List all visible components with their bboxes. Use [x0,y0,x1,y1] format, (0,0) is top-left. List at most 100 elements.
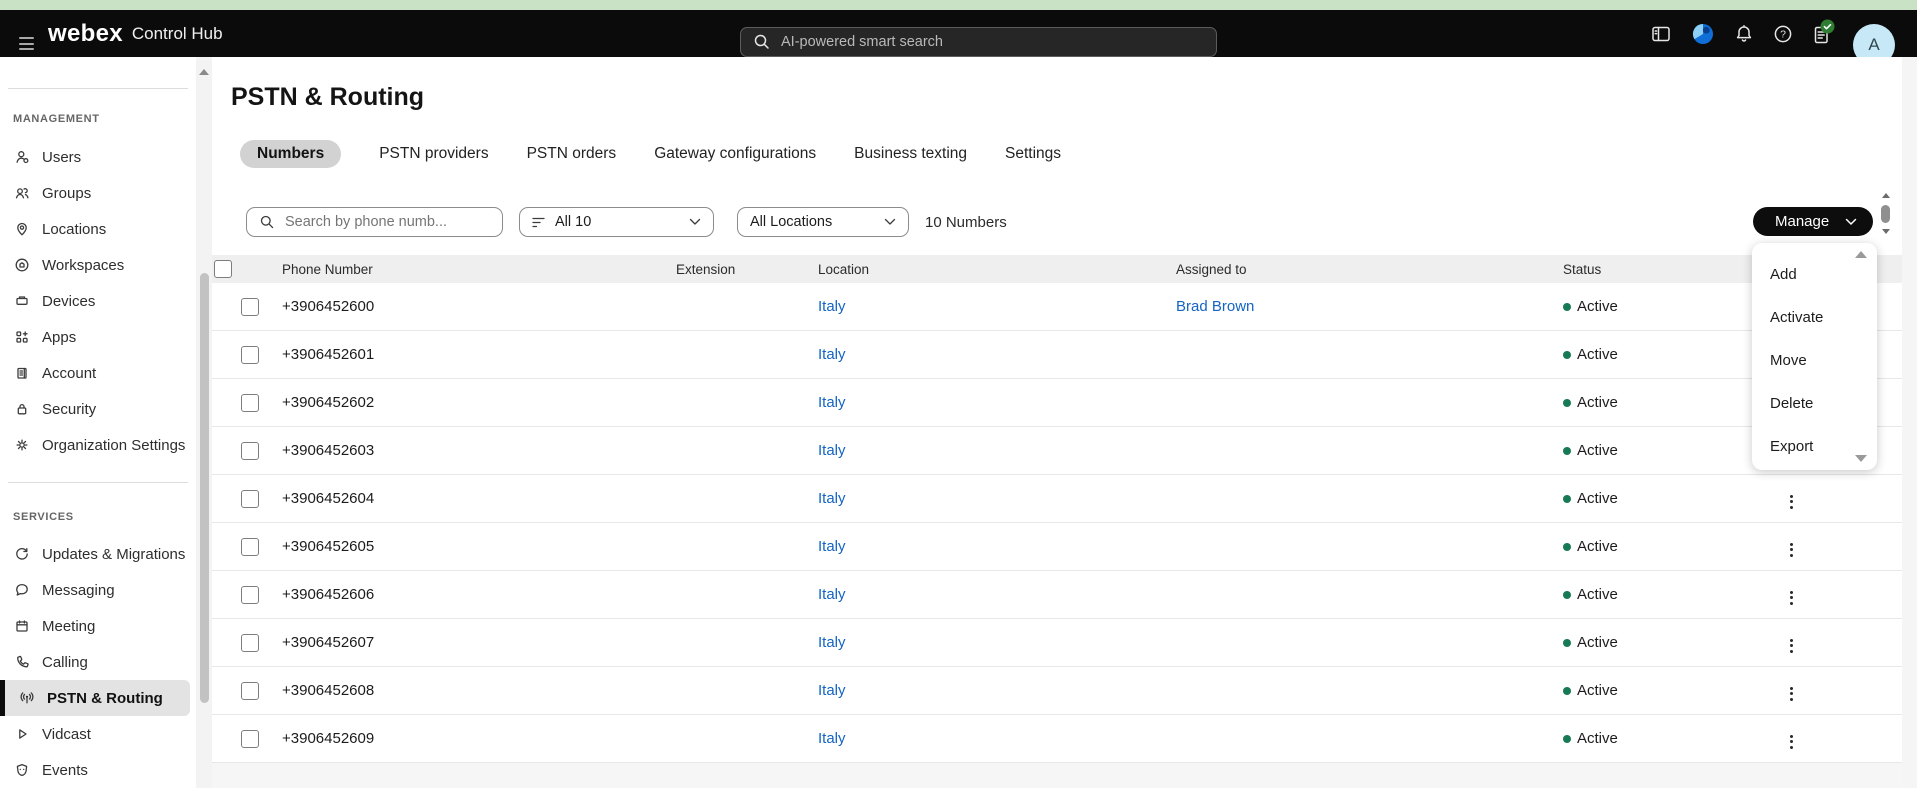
sidebar-item-vidcast[interactable]: Vidcast [0,716,190,752]
row-actions-kebab-icon[interactable] [1784,731,1799,753]
row-checkbox[interactable] [241,586,259,604]
sidebar-item-messaging[interactable]: Messaging [0,572,190,608]
hamburger-menu-icon[interactable] [19,37,34,50]
sidebar-scrollbar[interactable] [196,57,212,788]
location-link[interactable]: Italy [818,490,846,507]
location-link[interactable]: Italy [818,442,846,459]
tab-business-texting[interactable]: Business texting [854,145,967,163]
sidebar-item-devices[interactable]: Devices [0,283,190,319]
tab-settings[interactable]: Settings [1005,145,1061,163]
menu-item-add[interactable]: Add [1752,253,1877,296]
row-checkbox[interactable] [241,682,259,700]
location-filter-dropdown[interactable]: All Locations [737,207,909,237]
sidebar-item-groups[interactable]: Groups [0,175,190,211]
location-link[interactable]: Italy [818,586,846,603]
row-actions-kebab-icon[interactable] [1784,587,1799,609]
groups-icon [14,185,30,201]
location-link[interactable]: Italy [818,634,846,651]
scroll-down-icon[interactable] [1882,229,1890,234]
tab-numbers[interactable]: Numbers [240,140,341,168]
sidebar-item-label: Calling [42,654,88,671]
sidebar-item-account[interactable]: Account [0,355,190,391]
tab-pstn-orders[interactable]: PSTN orders [527,145,617,163]
account-icon [14,365,30,381]
sidebar-item-security[interactable]: Security [0,391,190,427]
row-checkbox[interactable] [241,634,259,652]
sidebar-scrollbar-thumb[interactable] [200,273,209,703]
sidebar-item-events[interactable]: Events [0,752,190,788]
phone-number-cell: +3906452605 [280,538,674,555]
status-dot-icon [1563,351,1571,359]
phone-icon [14,654,30,670]
row-checkbox[interactable] [241,394,259,412]
logo-secondary: Control Hub [132,24,223,44]
status-label: Active [1577,730,1618,747]
sidebar-item-label: Security [42,401,96,418]
row-checkbox[interactable] [241,346,259,364]
location-link[interactable]: Italy [818,682,846,699]
sidebar-item-users[interactable]: Users [0,139,190,175]
apps-icon [14,329,30,345]
status-label: Active [1577,682,1618,699]
select-all-checkbox[interactable] [214,260,232,278]
row-checkbox[interactable] [241,538,259,556]
location-link[interactable]: Italy [818,346,846,363]
sidebar: MANAGEMENT Users Groups Locations Worksp… [0,57,196,788]
table-row: +3906452607 Italy Active [212,619,1902,667]
row-actions-kebab-icon[interactable] [1784,491,1799,513]
page-scrollbar-thumb[interactable] [1881,205,1890,223]
help-icon[interactable]: ? [1772,23,1794,45]
phone-number-cell: +3906452606 [280,586,674,603]
top-accent-strip [0,0,1917,10]
column-header-phone-number: Phone Number [280,262,674,277]
phone-number-search-input[interactable]: Search by phone numb... [246,207,503,237]
whats-new-icon[interactable] [1690,21,1716,47]
sidebar-item-label: Messaging [42,582,115,599]
sidebar-item-updates-migrations[interactable]: Updates & Migrations [0,536,190,572]
assigned-to-link[interactable]: Brad Brown [1176,298,1254,315]
sidebar-item-locations[interactable]: Locations [0,211,190,247]
location-pin-icon [14,221,30,237]
menu-scroll-down-icon[interactable] [1855,455,1867,462]
sidebar-item-organization-settings[interactable]: Organization Settings [0,427,190,463]
location-link[interactable]: Italy [818,298,846,315]
location-link[interactable]: Italy [818,730,846,747]
sidebar-item-label: Updates & Migrations [42,546,185,563]
sidebar-item-meeting[interactable]: Meeting [0,608,190,644]
row-checkbox[interactable] [241,730,259,748]
tab-pstn-providers[interactable]: PSTN providers [379,145,488,163]
status-label: Active [1577,490,1618,507]
location-filter-value: All Locations [750,214,874,230]
row-checkbox[interactable] [241,490,259,508]
sidebar-item-pstn-routing[interactable]: PSTN & Routing [0,680,190,716]
table-row: +3906452604 Italy Active [212,475,1902,523]
sidebar-item-apps[interactable]: Apps [0,319,190,355]
row-actions-kebab-icon[interactable] [1784,683,1799,705]
sidebar-item-calling[interactable]: Calling [0,644,190,680]
status-dot-icon [1563,495,1571,503]
global-search-input[interactable]: AI-powered smart search [740,27,1217,57]
panel-toggle-icon[interactable] [1650,23,1672,45]
tab-gateway-configurations[interactable]: Gateway configurations [654,145,816,163]
page-scrollbar[interactable] [1878,190,1893,237]
location-link[interactable]: Italy [818,538,846,555]
manage-button[interactable]: Manage [1753,207,1873,236]
menu-item-delete[interactable]: Delete [1752,382,1877,425]
menu-item-move[interactable]: Move [1752,339,1877,382]
row-actions-kebab-icon[interactable] [1784,539,1799,561]
row-checkbox[interactable] [241,442,259,460]
manage-dropdown-menu: Add Activate Move Delete Export [1752,243,1877,470]
sidebar-item-workspaces[interactable]: Workspaces [0,247,190,283]
row-checkbox[interactable] [241,298,259,316]
scroll-up-icon[interactable] [1882,193,1890,198]
scroll-up-icon[interactable] [199,69,209,75]
number-filter-dropdown[interactable]: All 10 [519,207,714,237]
menu-scroll-up-icon[interactable] [1855,251,1867,258]
menu-item-activate[interactable]: Activate [1752,296,1877,339]
table-row: +3906452601 Italy Active [212,331,1902,379]
table-row: +3906452606 Italy Active [212,571,1902,619]
sidebar-item-label: Workspaces [42,257,124,274]
row-actions-kebab-icon[interactable] [1784,635,1799,657]
location-link[interactable]: Italy [818,394,846,411]
notifications-bell-icon[interactable] [1733,23,1755,45]
